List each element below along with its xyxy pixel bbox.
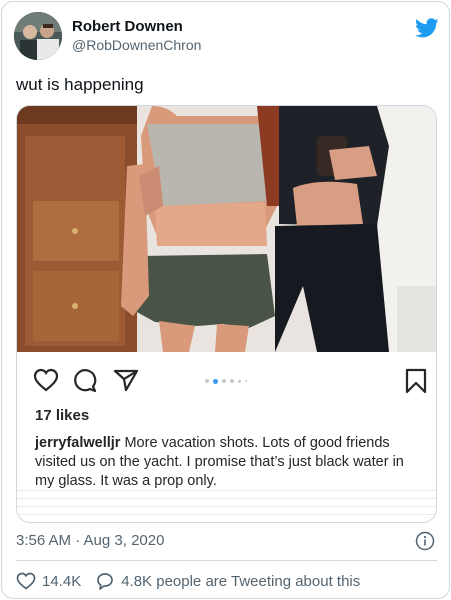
- carousel-dot-active: [213, 378, 218, 384]
- carousel-dot: [230, 379, 234, 383]
- tweet-header: Robert Downen @RobDownenChron: [14, 12, 439, 64]
- tweet-footer: 14.4K 4.8K people are Tweeting about thi…: [16, 570, 374, 592]
- bookmark-icon[interactable]: [405, 368, 427, 394]
- tweet-card: Robert Downen @RobDownenChron wut is hap…: [1, 1, 450, 599]
- post-caption: jerryfalwelljr More vacation shots. Lots…: [35, 434, 425, 491]
- carousel-dot: [222, 379, 226, 383]
- share-icon[interactable]: [113, 368, 139, 392]
- tweet-timestamp[interactable]: 3:56 AM · Aug 3, 2020: [16, 532, 164, 549]
- reply-action[interactable]: 4.8K people are Tweeting about this: [95, 572, 360, 590]
- comment-icon[interactable]: [72, 368, 97, 393]
- tweet-media[interactable]: 17 likes jerryfalwelljr More vacation sh…: [16, 105, 437, 523]
- tweeting-about-text: 4.8K people are Tweeting about this: [121, 572, 361, 590]
- post-likes: 17 likes: [35, 407, 90, 424]
- info-icon[interactable]: [415, 531, 435, 551]
- carousel-dot: [245, 380, 247, 382]
- author-display-name[interactable]: Robert Downen: [72, 17, 201, 36]
- heart-icon[interactable]: [33, 368, 59, 392]
- twitter-bird-icon[interactable]: [415, 16, 439, 40]
- author-handle[interactable]: @RobDownenChron: [72, 36, 201, 55]
- post-action-bar: [17, 352, 436, 408]
- carousel-dot: [205, 379, 209, 383]
- post-photo: [17, 106, 436, 352]
- avatar[interactable]: [14, 12, 62, 60]
- tweet-text: wut is happening: [16, 75, 144, 94]
- like-count: 14.4K: [42, 572, 82, 590]
- carousel-dot: [238, 379, 241, 383]
- heart-outline-icon: [16, 572, 36, 590]
- carousel-dots: [205, 378, 247, 384]
- post-username: jerryfalwelljr: [35, 435, 121, 451]
- post-divider-lines: [17, 490, 436, 522]
- footer-divider: [16, 560, 437, 561]
- like-action[interactable]: 14.4K: [16, 572, 81, 590]
- speech-bubble-icon: [97, 573, 114, 590]
